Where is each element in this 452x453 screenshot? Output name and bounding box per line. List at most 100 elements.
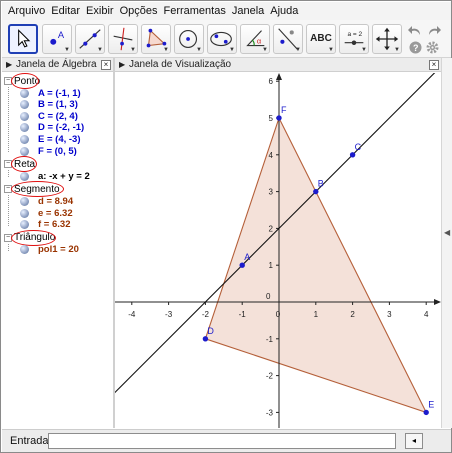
algebra-object-text: d = 8.94 bbox=[38, 196, 74, 207]
x-tick-label: -2 bbox=[202, 310, 210, 319]
visibility-toggle-icon[interactable] bbox=[20, 100, 29, 110]
algebra-object[interactable]: a: -x + y = 2 bbox=[20, 171, 90, 182]
visibility-toggle-icon[interactable] bbox=[20, 111, 29, 121]
algebra-view-header: ▶ Janela de Álgebra × bbox=[2, 58, 113, 72]
visibility-toggle-icon[interactable] bbox=[20, 197, 29, 206]
point-label-e: E bbox=[428, 399, 434, 409]
y-tick-label: 0 bbox=[266, 292, 271, 301]
algebra-object[interactable]: A = (-1, 1) bbox=[20, 88, 81, 99]
reflect-tool-button[interactable]: ▼ bbox=[273, 24, 303, 54]
right-side-panel: ◀ bbox=[441, 58, 452, 428]
algebra-category-0[interactable]: − Ponto bbox=[4, 75, 40, 87]
visibility-toggle-icon[interactable] bbox=[20, 135, 29, 144]
point-d bbox=[202, 336, 209, 342]
graphics-canvas[interactable]: -4 -3 -2 -1 0 1 2 3 4 -3 -2 -1 0 1 2 3 4 5 6 A B C D E F bbox=[115, 73, 441, 428]
algebra-category-2[interactable]: − Segmento bbox=[4, 183, 60, 195]
visibility-toggle-icon[interactable] bbox=[20, 220, 29, 230]
algebra-view-collapse-icon[interactable]: ▶ bbox=[6, 58, 12, 72]
slider-tool-button[interactable]: a = 2 ▼ bbox=[339, 24, 369, 54]
toolbar: A ▼ ▼ ▼ ▼ ▼ ▼ α ▼ ▼ ABC ▼ a = 2 ▼ ▼ ? bbox=[2, 20, 451, 58]
algebra-object-text: D = (-2, -1) bbox=[38, 122, 85, 134]
help-icon[interactable]: ? bbox=[409, 41, 422, 54]
point-label-b: B bbox=[318, 179, 324, 189]
y-tick-label: -2 bbox=[266, 372, 274, 381]
arrow-pointer-icon bbox=[18, 29, 31, 48]
x-tick-label: 2 bbox=[350, 310, 355, 319]
collapse-toggle-icon[interactable]: − bbox=[4, 160, 12, 169]
collapse-toggle-icon[interactable]: − bbox=[4, 77, 12, 85]
tree-connector bbox=[8, 170, 9, 178]
algebra-category-1[interactable]: − Reta bbox=[4, 158, 35, 170]
polygon-tool-dropdown-icon: ▼ bbox=[163, 47, 169, 53]
menu-arquivo[interactable]: Arquivo bbox=[8, 5, 45, 17]
polygon-tool-button[interactable]: ▼ bbox=[141, 24, 171, 54]
x-tick-label: 4 bbox=[424, 310, 429, 319]
y-tick-label: 1 bbox=[269, 261, 274, 270]
redo-icon[interactable] bbox=[426, 23, 442, 39]
circle-tool-dropdown-icon: ▼ bbox=[196, 47, 202, 53]
menu-ferramentas[interactable]: Ferramentas bbox=[163, 5, 225, 17]
input-field[interactable] bbox=[48, 433, 396, 449]
input-help-icon[interactable]: ◂ bbox=[405, 433, 423, 449]
circle-tool-button[interactable]: ▼ bbox=[174, 24, 204, 54]
side-panel-toggle-icon[interactable]: ◀ bbox=[444, 228, 450, 237]
visibility-toggle-icon[interactable] bbox=[20, 88, 29, 98]
y-axis-arrow bbox=[276, 73, 282, 80]
point-tool-dropdown-icon: ▼ bbox=[64, 47, 70, 53]
algebra-object[interactable]: B = (1, 3) bbox=[20, 99, 78, 110]
graphics-view-close-icon[interactable]: × bbox=[429, 60, 439, 70]
algebra-category-3[interactable]: − Triângulo bbox=[4, 232, 55, 244]
y-tick-label: 6 bbox=[269, 77, 274, 86]
line-tool-dropdown-icon: ▼ bbox=[97, 47, 103, 53]
algebra-object[interactable]: D = (-2, -1) bbox=[20, 122, 84, 133]
algebra-object[interactable]: f = 6.32 bbox=[20, 219, 70, 230]
move-tool-button[interactable] bbox=[8, 24, 38, 54]
tree-connector bbox=[8, 87, 9, 153]
visibility-toggle-icon[interactable] bbox=[20, 245, 29, 255]
menu-janela[interactable]: Janela bbox=[232, 5, 264, 17]
algebra-object[interactable]: e = 6.32 bbox=[20, 208, 73, 219]
algebra-object[interactable]: C = (2, 4) bbox=[20, 111, 78, 122]
undo-icon[interactable] bbox=[407, 23, 423, 39]
visibility-toggle-icon[interactable] bbox=[20, 146, 29, 156]
x-tick-label: -3 bbox=[165, 310, 173, 319]
reflect-tool-dropdown-icon: ▼ bbox=[295, 47, 301, 53]
y-tick-label: 4 bbox=[269, 151, 274, 160]
algebra-object-text: f = 6.32 bbox=[38, 219, 71, 231]
conic-tool-button[interactable]: ▼ bbox=[207, 24, 237, 54]
graphics-view-title: Janela de Visualização bbox=[129, 59, 232, 70]
menu-opcoes[interactable]: Opções bbox=[120, 5, 158, 17]
text-tool-dropdown-icon: ▼ bbox=[328, 47, 334, 53]
gear-icon[interactable] bbox=[426, 41, 439, 54]
visibility-toggle-icon[interactable] bbox=[20, 171, 29, 181]
slider-tool-dropdown-icon: ▼ bbox=[361, 47, 367, 53]
menu-ajuda[interactable]: Ajuda bbox=[270, 5, 298, 17]
triangle-pol1 bbox=[204, 116, 428, 414]
menu-bar: Arquivo Editar Exibir Opções Ferramentas… bbox=[2, 2, 451, 20]
algebra-object[interactable]: E = (4, -3) bbox=[20, 134, 81, 145]
algebra-object[interactable]: pol1 = 20 bbox=[20, 244, 79, 255]
tree-connector bbox=[8, 243, 9, 251]
visibility-toggle-icon[interactable] bbox=[20, 208, 29, 218]
text-tool-button[interactable]: ABC ▼ bbox=[306, 24, 336, 54]
y-tick-label: 5 bbox=[269, 114, 274, 123]
move-graphics-view-button[interactable]: ▼ bbox=[372, 24, 402, 54]
visibility-toggle-icon[interactable] bbox=[20, 123, 29, 133]
perpendicular-line-tool-button[interactable]: ▼ bbox=[108, 24, 138, 54]
graphics-view[interactable]: -4 -3 -2 -1 0 1 2 3 4 -3 -2 -1 0 1 2 3 4 5 6 A B C D E F bbox=[115, 73, 441, 428]
graphics-view-collapse-icon[interactable]: ▶ bbox=[119, 58, 125, 72]
point-tool-button[interactable]: A ▼ bbox=[42, 24, 72, 54]
point-label-c: C bbox=[355, 142, 362, 152]
collapse-toggle-icon[interactable]: − bbox=[4, 233, 12, 242]
algebra-object[interactable]: d = 8.94 bbox=[20, 196, 73, 207]
algebra-view-title: Janela de Álgebra bbox=[16, 59, 97, 70]
angle-tool-button[interactable]: α ▼ bbox=[240, 24, 270, 54]
menu-exibir[interactable]: Exibir bbox=[86, 5, 114, 17]
angle-tool-label: α bbox=[257, 37, 262, 46]
collapse-toggle-icon[interactable]: − bbox=[4, 185, 12, 194]
point-c bbox=[349, 152, 356, 158]
line-tool-button[interactable]: ▼ bbox=[75, 24, 105, 54]
algebra-object[interactable]: F = (0, 5) bbox=[20, 146, 77, 157]
menu-editar[interactable]: Editar bbox=[51, 5, 80, 17]
algebra-view-close-icon[interactable]: × bbox=[101, 60, 111, 70]
